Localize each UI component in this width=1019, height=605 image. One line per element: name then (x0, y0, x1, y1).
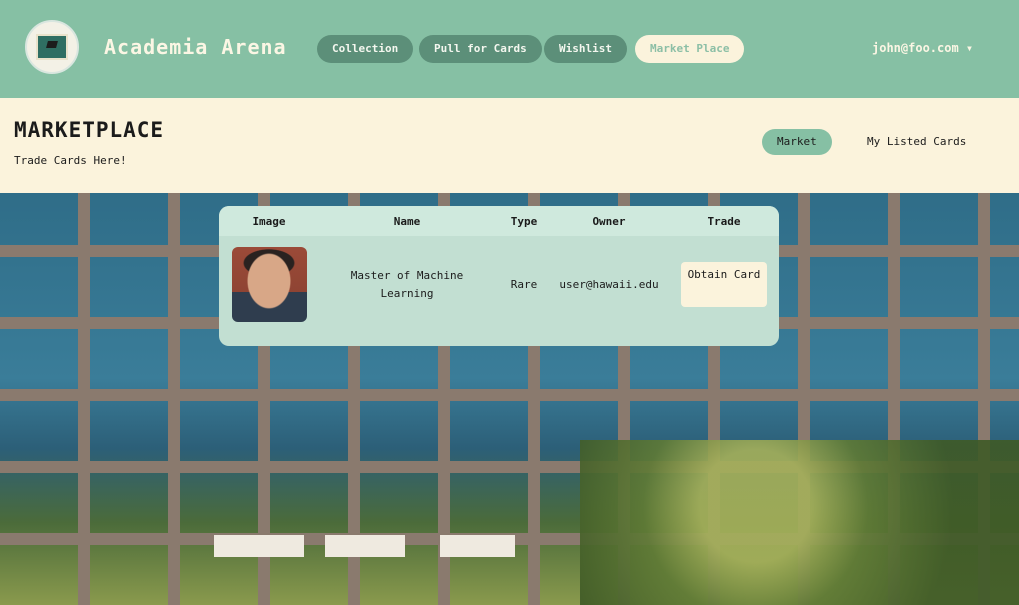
background-shrubs (580, 440, 1019, 605)
column-header-image: Image (252, 215, 286, 228)
nav-market-place-button[interactable]: Market Place (635, 35, 745, 63)
logo-emblem (36, 34, 68, 60)
academia-arena-logo[interactable] (25, 20, 79, 74)
card-image (232, 247, 307, 322)
column-header-owner: Owner (592, 215, 626, 228)
brand-title[interactable]: Academia Arena (104, 35, 287, 59)
column-header-trade: Trade (707, 215, 741, 228)
table-header-row: Image Name Type Owner Trade (219, 206, 779, 236)
card-type: Rare (510, 278, 538, 291)
nav-wishlist-button[interactable]: Wishlist (544, 35, 627, 63)
market-table: Image Name Type Owner Trade Master of Ma… (219, 206, 779, 346)
card-owner: user@hawaii.edu (559, 278, 659, 291)
page-title: MARKETPLACE (14, 118, 165, 142)
page-subtitle: Trade Cards Here! (14, 154, 127, 167)
column-header-name: Name (393, 215, 421, 228)
background-sign (214, 535, 304, 557)
user-menu-dropdown[interactable]: john@foo.com ▾ (872, 41, 973, 55)
obtain-card-button[interactable]: Obtain Card (681, 262, 767, 307)
tab-market[interactable]: Market (762, 129, 832, 155)
nav-pull-for-cards-button[interactable]: Pull for Cards (419, 35, 542, 63)
column-header-type: Type (510, 215, 538, 228)
card-name: Master of Machine Learning (350, 269, 464, 300)
navbar: Academia Arena Collection Pull for Cards… (0, 0, 1019, 98)
graduation-cap-icon (46, 41, 58, 48)
tab-my-listed-cards[interactable]: My Listed Cards (852, 129, 981, 155)
nav-collection-button[interactable]: Collection (317, 35, 414, 63)
background-sign (440, 535, 515, 557)
background-sign (325, 535, 405, 557)
